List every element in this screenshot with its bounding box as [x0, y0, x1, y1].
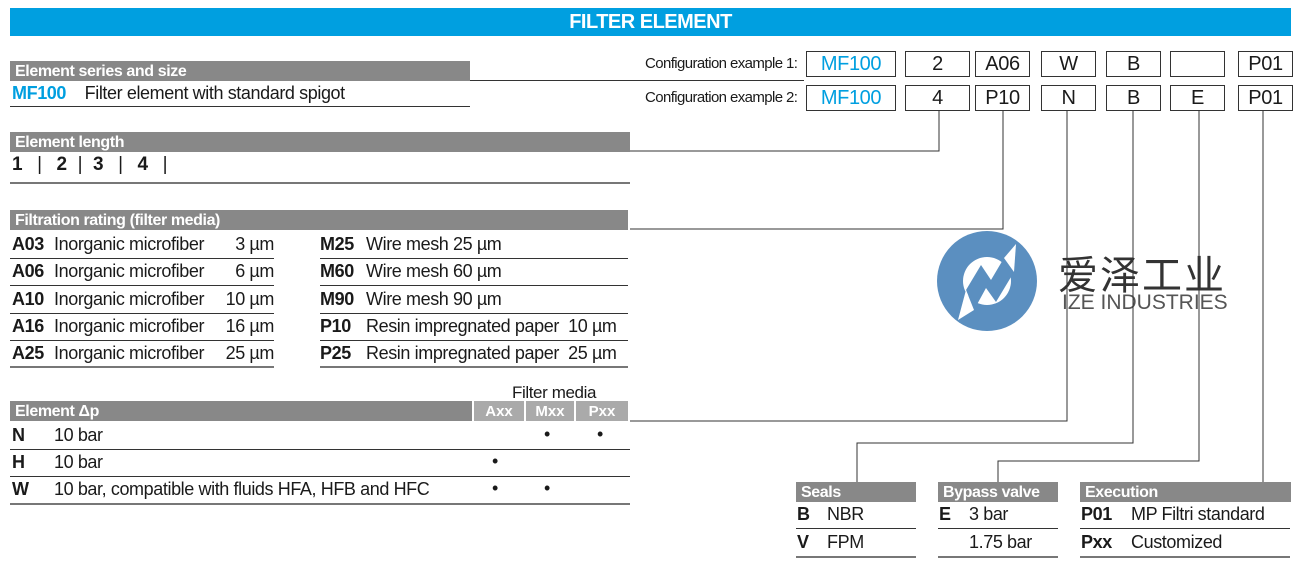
connector-deltap [630, 111, 1068, 422]
connector-bypass [997, 111, 1200, 482]
connector-lines [630, 111, 1264, 482]
connector-seals [856, 111, 1134, 482]
connector-length [630, 111, 940, 152]
connector-filtration [630, 111, 1004, 230]
